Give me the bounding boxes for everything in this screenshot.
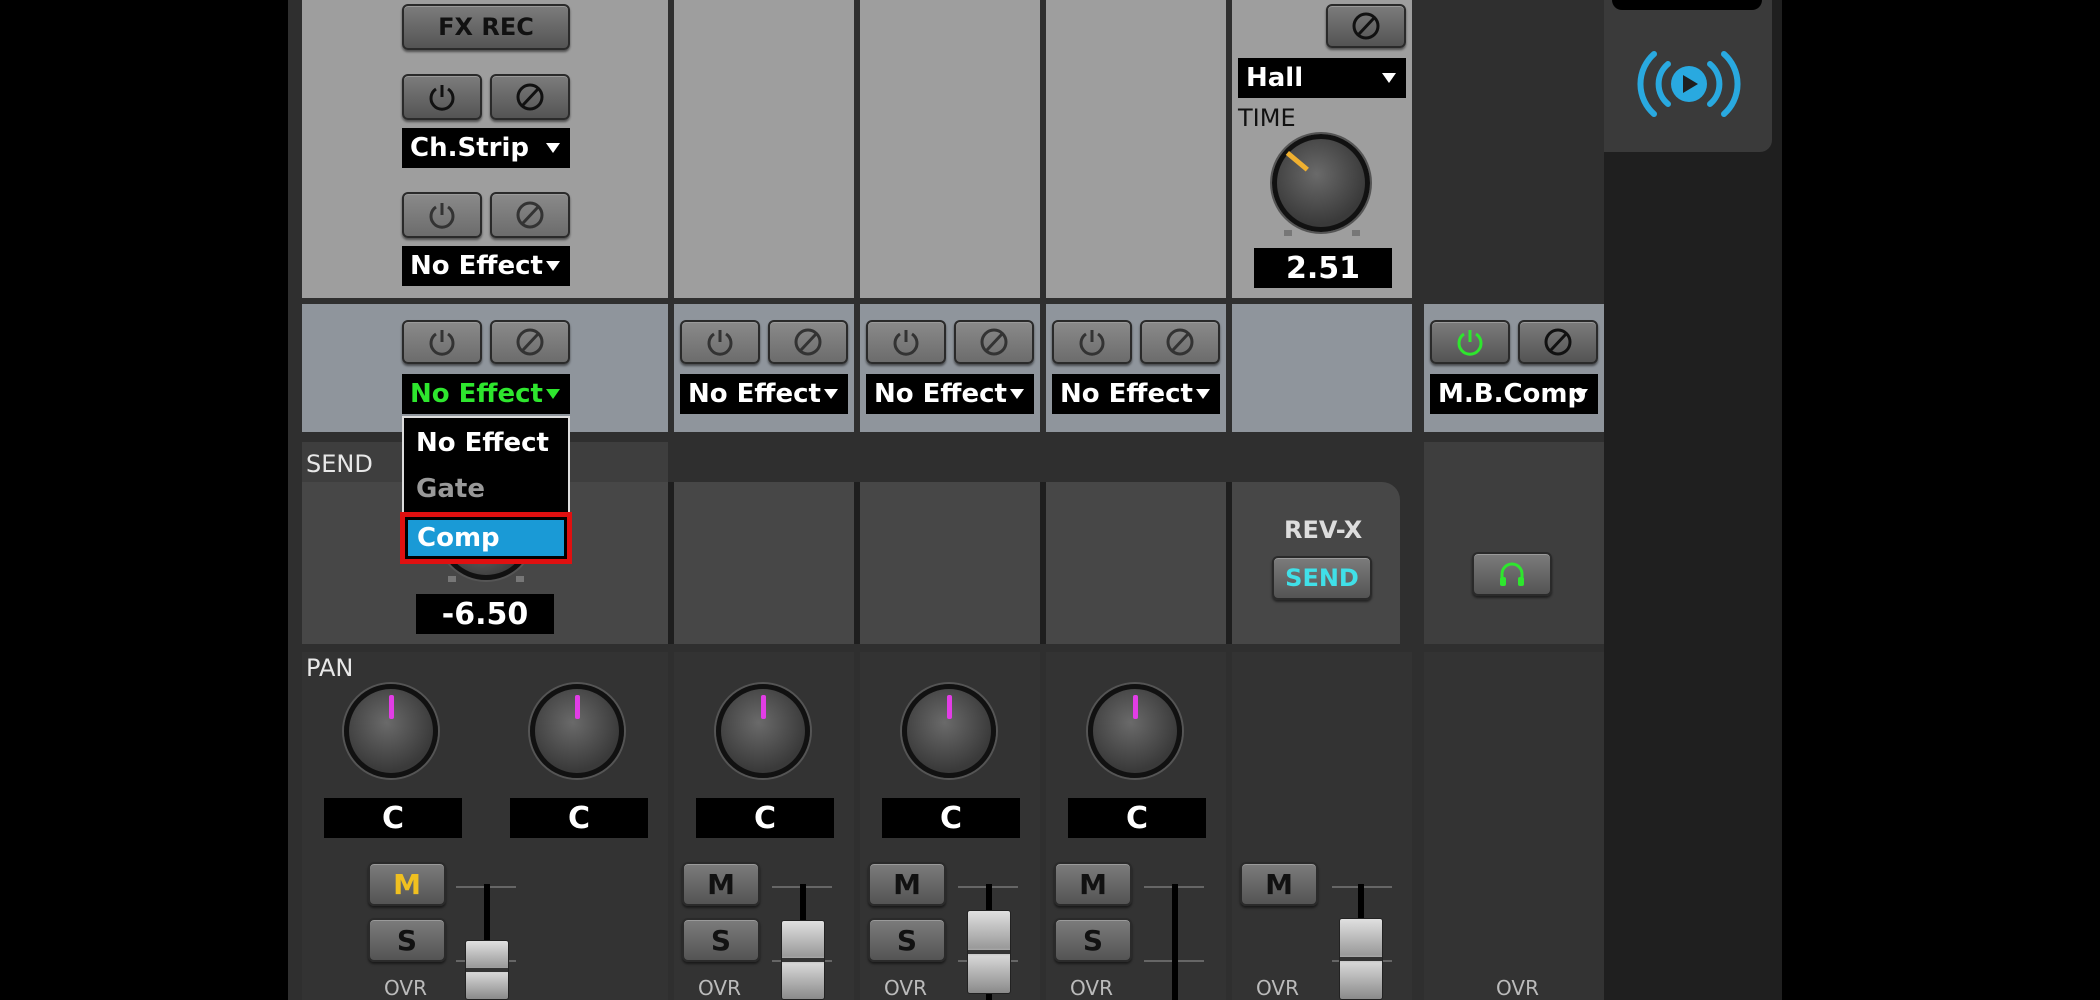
ch2-solo-button[interactable]: S [682,918,760,962]
ch3-fader[interactable] [967,910,1011,994]
ch3-effect-dropdown[interactable]: No Effect [866,374,1034,414]
ch1-ovr-label: OVR [384,976,427,1000]
send-label: SEND [306,450,373,478]
reverb-edit-button[interactable] [1326,4,1406,48]
ch2-pan-value: C [696,798,834,838]
edit-icon [516,201,544,229]
ch3-effect-edit-button[interactable] [954,320,1034,364]
ch1-effect-edit-button[interactable] [490,320,570,364]
ch3-pan-knob[interactable] [902,684,996,778]
ch1-fader[interactable] [465,940,509,1000]
power-icon [893,330,919,356]
ch3-mute-button[interactable]: M [868,862,946,906]
ch4-effect-edit-button[interactable] [1140,320,1220,364]
menu-item-comp[interactable]: Comp [417,523,500,553]
ch1-pan-left-value: C [324,798,462,838]
headphone-cue-button[interactable] [1472,552,1552,596]
edit-icon [1352,12,1380,40]
ch2-mute-button[interactable]: M [682,862,760,906]
ch2-effect-power-button[interactable] [680,320,760,364]
reverb-type-dropdown[interactable]: Hall [1238,58,1406,98]
ch3-pan-value: C [882,798,1020,838]
ch4-solo-button[interactable]: S [1054,918,1132,962]
insert2-edit-button[interactable] [490,192,570,238]
ch4-pan-value: C [1068,798,1206,838]
ch1-effect-power-button[interactable] [402,320,482,364]
pan-label: PAN [306,654,354,682]
ch4-fader-track [1172,884,1178,1000]
ch4-pan-knob[interactable] [1088,684,1182,778]
ch4-effect-power-button[interactable] [1052,320,1132,364]
headphones-icon [1500,562,1524,586]
rev-fader[interactable] [1339,918,1383,1000]
fx-rec-button[interactable]: FX REC [402,4,570,50]
power-icon [1079,330,1105,356]
output-ovr-label: OVR [1496,976,1539,1000]
chevron-down-icon [1382,73,1396,83]
highlight-callout: Comp [400,512,572,564]
rev-ovr-label: OVR [1256,976,1299,1000]
power-icon [429,330,455,356]
ch3-solo-button[interactable]: S [868,918,946,962]
ch3-ovr-label: OVR [884,976,927,1000]
time-label: TIME [1238,104,1296,132]
broadcast-play-icon[interactable] [1632,44,1746,124]
rev-x-label: REV-X [1284,516,1363,544]
edit-icon [1544,328,1572,356]
ch3-fx-area [860,0,1040,298]
ch2-effect-dropdown[interactable]: No Effect [680,374,848,414]
ch3-effect-power-button[interactable] [866,320,946,364]
ch1-mute-button[interactable]: M [368,862,446,906]
chevron-down-icon [546,261,560,271]
chevron-down-icon [824,389,838,399]
rev-send-button[interactable]: SEND [1272,556,1372,600]
power-icon [429,203,455,229]
insert2-power-button[interactable] [402,192,482,238]
chevron-down-icon [546,389,560,399]
edit-icon [516,328,544,356]
chevron-down-icon [1196,389,1210,399]
send-value: -6.50 [416,594,554,634]
ch1-pan-left-knob[interactable] [344,684,438,778]
insert1-edit-button[interactable] [490,74,570,120]
ch2-pan-knob[interactable] [716,684,810,778]
menu-item-gate[interactable]: Gate [416,474,485,504]
output-effect-dropdown[interactable]: M.B.Comp [1430,374,1598,414]
ch2-effect-edit-button[interactable] [768,320,848,364]
reverb-time-value: 2.51 [1254,248,1392,288]
chevron-down-icon [546,143,560,153]
output-effect-power-button[interactable] [1430,320,1510,364]
ch4-ovr-label: OVR [1070,976,1113,1000]
chevron-down-icon [1010,389,1024,399]
edit-icon [980,328,1008,356]
ch1-effect-dropdown[interactable]: No Effect [402,374,570,414]
ch1-solo-button[interactable]: S [368,918,446,962]
ch4-fx-area [1046,0,1226,298]
ch2-fx-area [674,0,854,298]
edit-icon [516,83,544,111]
insert1-power-button[interactable] [402,74,482,120]
edit-icon [1166,328,1194,356]
ch1-pan-right-value: C [510,798,648,838]
ch1-pan-right-knob[interactable] [530,684,624,778]
output-effect-edit-button[interactable] [1518,320,1598,364]
rev-mute-button[interactable]: M [1240,862,1318,906]
ch4-mute-button[interactable]: M [1054,862,1132,906]
chevron-down-icon [1574,389,1588,399]
power-icon [429,85,455,111]
reverb-time-knob[interactable] [1272,134,1370,232]
ch2-ovr-label: OVR [698,976,741,1000]
ch2-fader[interactable] [781,920,825,1000]
ch4-effect-dropdown[interactable]: No Effect [1052,374,1220,414]
power-icon [707,330,733,356]
menu-item-no-effect[interactable]: No Effect [416,428,549,458]
insert2-effect-dropdown[interactable]: No Effect [402,246,570,286]
power-icon [1457,330,1483,356]
insert1-effect-dropdown[interactable]: Ch.Strip [402,128,570,168]
edit-icon [794,328,822,356]
